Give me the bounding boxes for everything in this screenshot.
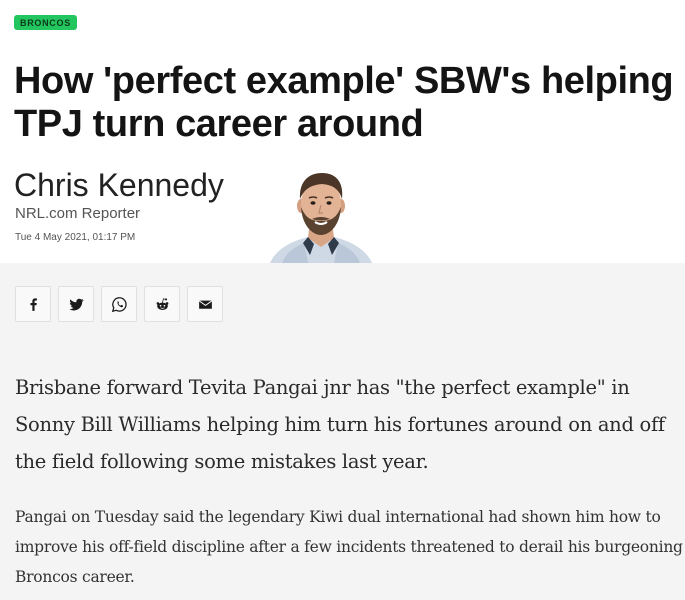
email-icon — [198, 299, 212, 309]
article-lead: Brisbane forward Tevita Pangai jnr has "… — [15, 376, 665, 473]
facebook-icon — [29, 297, 37, 311]
reddit-icon — [156, 297, 168, 310]
whatsapp-icon — [111, 296, 127, 312]
share-twitter-button[interactable] — [58, 286, 94, 322]
article-headline: How 'perfect example' SBW's helping TPJ … — [14, 60, 674, 145]
share-reddit-button[interactable] — [144, 286, 180, 322]
article-header: BRONCOS How 'perfect example' SBW's help… — [0, 0, 685, 263]
share-email-button[interactable] — [187, 286, 223, 322]
share-bar — [15, 286, 223, 322]
author-avatar — [270, 173, 372, 263]
twitter-icon — [68, 298, 84, 310]
author-role: NRL.com Reporter — [15, 205, 141, 222]
share-facebook-button[interactable] — [15, 286, 51, 322]
article-paragraph: Pangai on Tuesday said the legendary Kiw… — [15, 508, 683, 586]
author-name[interactable]: Chris Kennedy — [14, 166, 224, 204]
category-badge[interactable]: BRONCOS — [14, 15, 77, 30]
publish-date: Tue 4 May 2021, 01:17 PM — [15, 232, 136, 243]
share-whatsapp-button[interactable] — [101, 286, 137, 322]
